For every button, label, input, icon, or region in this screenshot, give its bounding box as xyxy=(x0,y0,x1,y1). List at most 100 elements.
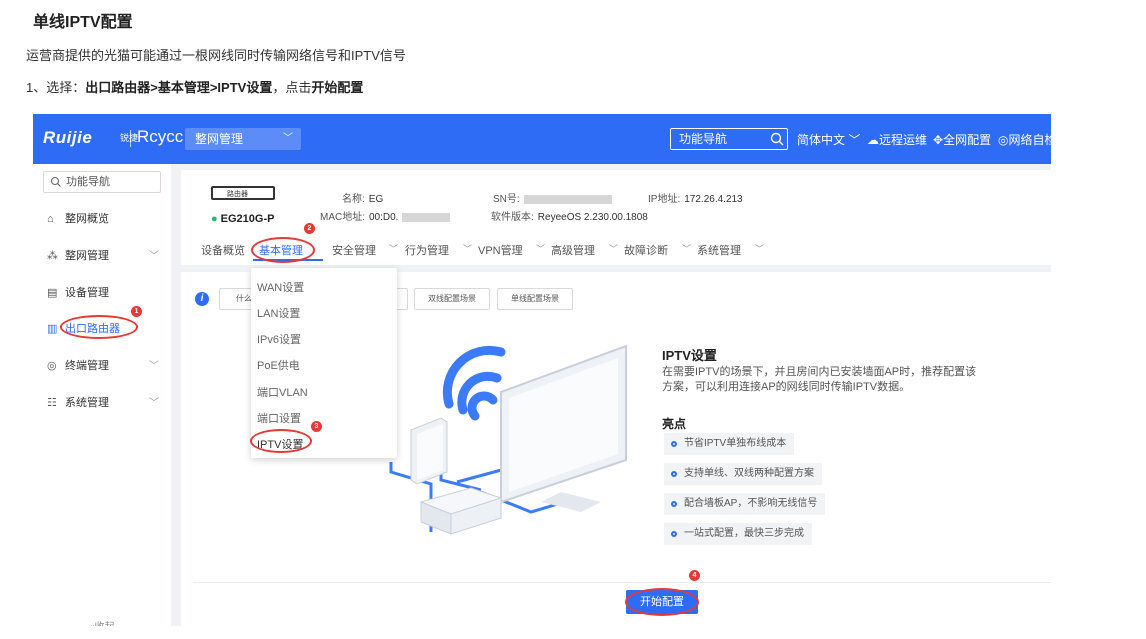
step-marker-4: 4 xyxy=(689,570,700,581)
step-marker-1: 1 xyxy=(131,306,142,317)
doc-description: 运营商提供的光猫可能通过一根网线同时传输网络信号和IPTV信号 xyxy=(26,48,406,63)
function-search-placeholder: 功能导航 xyxy=(679,132,728,146)
chevron-down-icon: ﹀ xyxy=(755,244,765,254)
menu-item-port-vlan[interactable]: 端口VLAN xyxy=(257,384,308,400)
menu-item-lan[interactable]: LAN设置 xyxy=(257,305,300,321)
self-check-label: 网络自检 xyxy=(1008,133,1051,147)
tab-system[interactable]: 系统管理 xyxy=(697,242,741,258)
project-select[interactable]: 整网管理 ﹀ xyxy=(185,128,301,150)
highlight-item: 一站式配置，最快三步完成 xyxy=(664,523,812,545)
highlight-text: 支持单线、双线两种配置方案 xyxy=(684,468,814,479)
step-prefix: 1、选择： xyxy=(26,80,86,95)
sidebar-item-system[interactable]: ☷ 系统管理 ﹀ xyxy=(47,394,159,410)
project-select-value: 整网管理 xyxy=(195,132,244,146)
step-marker-2: 2 xyxy=(304,223,315,234)
sn-label: SN号: xyxy=(493,194,520,205)
topology-icon: ⁂ xyxy=(47,250,58,262)
device-model-label: EG210G-P xyxy=(220,213,275,225)
doc-step: 1、选择：出口路由器>基本管理>IPTV设置，点击开始配置 xyxy=(26,77,363,96)
ip-label: IP地址: xyxy=(648,194,681,205)
sidebar: 功能导航 ⌂ 整网概览 ⁂ 整网管理 ﹀ ▤ 设备管理 ▥ 出口路由器 ◎ 终端管理 ﹀ ☷ 系… xyxy=(33,164,171,626)
device-mac: MAC地址: 00:D0. xyxy=(320,208,451,223)
top-bar: Ruijie 锐捷 Rcycc 整网管理 ﹀ 功能导航 简体中文 ﹀ ☁远程运维 … xyxy=(33,114,1051,164)
language-label: 简体中文 xyxy=(797,133,846,147)
sidebar-item-terminals[interactable]: ◎ 终端管理 ﹀ xyxy=(47,357,159,373)
terminal-icon: ◎ xyxy=(47,360,57,372)
home-icon: ⌂ xyxy=(47,213,54,225)
router-box-icon xyxy=(419,487,503,535)
cloud-icon: ☁ xyxy=(867,133,879,147)
tab-behavior[interactable]: 行为管理 xyxy=(405,242,449,258)
wifi-icon xyxy=(442,345,506,421)
logo-sub: 锐捷 xyxy=(120,133,139,143)
menu-item-ipv6[interactable]: IPv6设置 xyxy=(257,331,301,347)
device-name: 名称: EG xyxy=(342,190,383,205)
chevron-down-icon: ﹀ xyxy=(463,244,473,254)
router-icon: ▥ xyxy=(47,323,58,335)
mac-label: MAC地址: xyxy=(320,212,365,223)
search-icon xyxy=(770,132,784,146)
tab-diagnostics[interactable]: 故障诊断 xyxy=(624,242,668,258)
menu-item-port-settings[interactable]: 端口设置 xyxy=(257,410,301,426)
name-label: 名称: xyxy=(342,194,365,205)
tab-advanced[interactable]: 高级管理 xyxy=(551,242,595,258)
bullet-icon xyxy=(671,441,677,447)
remote-ops-link[interactable]: ☁远程运维 xyxy=(867,131,927,148)
self-check-link[interactable]: ◎网络自检 xyxy=(998,131,1051,148)
network-config-label: 全网配置 xyxy=(943,133,992,147)
firmware-value: ReyeeOS 2.230.00.1808 xyxy=(537,212,648,223)
bullet-icon xyxy=(671,531,677,537)
chevron-down-icon: ﹀ xyxy=(682,244,692,254)
highlight-text: 配合墙板AP，不影响无线信号 xyxy=(684,498,818,509)
tab-overview[interactable]: 设备概览 xyxy=(201,242,245,258)
self-check-icon: ◎ xyxy=(998,133,1009,147)
app-screenshot: Ruijie 锐捷 Rcycc 整网管理 ﹀ 功能导航 简体中文 ﹀ ☁远程运维 … xyxy=(33,114,1051,626)
chevron-down-icon: ﹀ xyxy=(609,244,619,254)
scene-button-dual[interactable]: 双线配置场景 xyxy=(414,288,490,310)
info-icon: i xyxy=(195,292,209,306)
sidebar-collapse-button[interactable]: «收起 xyxy=(89,618,115,626)
brand-logo: Rcycc xyxy=(137,127,184,146)
chevron-down-icon: ﹀ xyxy=(389,244,399,254)
tab-security[interactable]: 安全管理 xyxy=(332,242,376,258)
remote-ops-label: 远程运维 xyxy=(879,133,928,147)
device-firmware: 软件版本: ReyeeOS 2.230.00.1808 xyxy=(491,208,648,223)
chevron-down-icon: ﹀ xyxy=(536,244,546,254)
device-model: ● EG210G-P xyxy=(211,213,274,225)
step-marker-3: 3 xyxy=(311,421,322,432)
annotation-ring-iptv xyxy=(250,429,312,453)
online-status-icon: ● xyxy=(211,213,218,225)
sidebar-item-overview[interactable]: ⌂ 整网概览 xyxy=(47,210,109,226)
highlight-text: 一站式配置，最快三步完成 xyxy=(684,528,804,539)
sidebar-item-label: 整网管理 xyxy=(65,250,109,262)
sidebar-item-label: 系统管理 xyxy=(65,397,109,409)
sidebar-item-network[interactable]: ⁂ 整网管理 ﹀ xyxy=(47,247,159,263)
redacted-mask xyxy=(523,194,612,204)
firmware-label: 软件版本: xyxy=(491,212,534,223)
step-mid: ，点击 xyxy=(272,80,312,95)
menu-item-poe[interactable]: PoE供电 xyxy=(257,357,300,373)
function-search-input[interactable]: 功能导航 xyxy=(670,128,788,150)
sidebar-search-input[interactable]: 功能导航 xyxy=(43,171,161,193)
bullet-icon xyxy=(671,501,677,507)
tv-icon xyxy=(500,344,627,512)
language-select[interactable]: 简体中文 ﹀ xyxy=(797,131,860,148)
highlight-item: 配合墙板AP，不影响无线信号 xyxy=(664,493,826,515)
device-ip: IP地址: 172.26.4.213 xyxy=(648,190,743,205)
menu-item-wan[interactable]: WAN设置 xyxy=(257,279,304,295)
router-device-icon: 路由器 xyxy=(211,186,275,200)
network-config-icon: ✥ xyxy=(933,133,944,147)
annotation-ring-router xyxy=(60,315,138,339)
sidebar-item-devices[interactable]: ▤ 设备管理 xyxy=(47,284,109,300)
sidebar-item-label: 终端管理 xyxy=(65,360,109,372)
network-config-link[interactable]: ✥全网配置 xyxy=(933,131,991,148)
device-icon: ▤ xyxy=(47,287,58,299)
scene-button-single[interactable]: 单线配置场景 xyxy=(497,288,573,310)
sidebar-search-placeholder: 功能导航 xyxy=(66,176,110,188)
tab-vpn[interactable]: VPN管理 xyxy=(478,242,523,258)
chevron-down-icon: ﹀ xyxy=(149,251,159,262)
sidebar-item-label: 整网概览 xyxy=(65,213,109,225)
annotation-ring-basic-tab xyxy=(251,237,315,263)
redacted-mask xyxy=(402,212,451,222)
wall-ap-icon xyxy=(410,417,448,485)
